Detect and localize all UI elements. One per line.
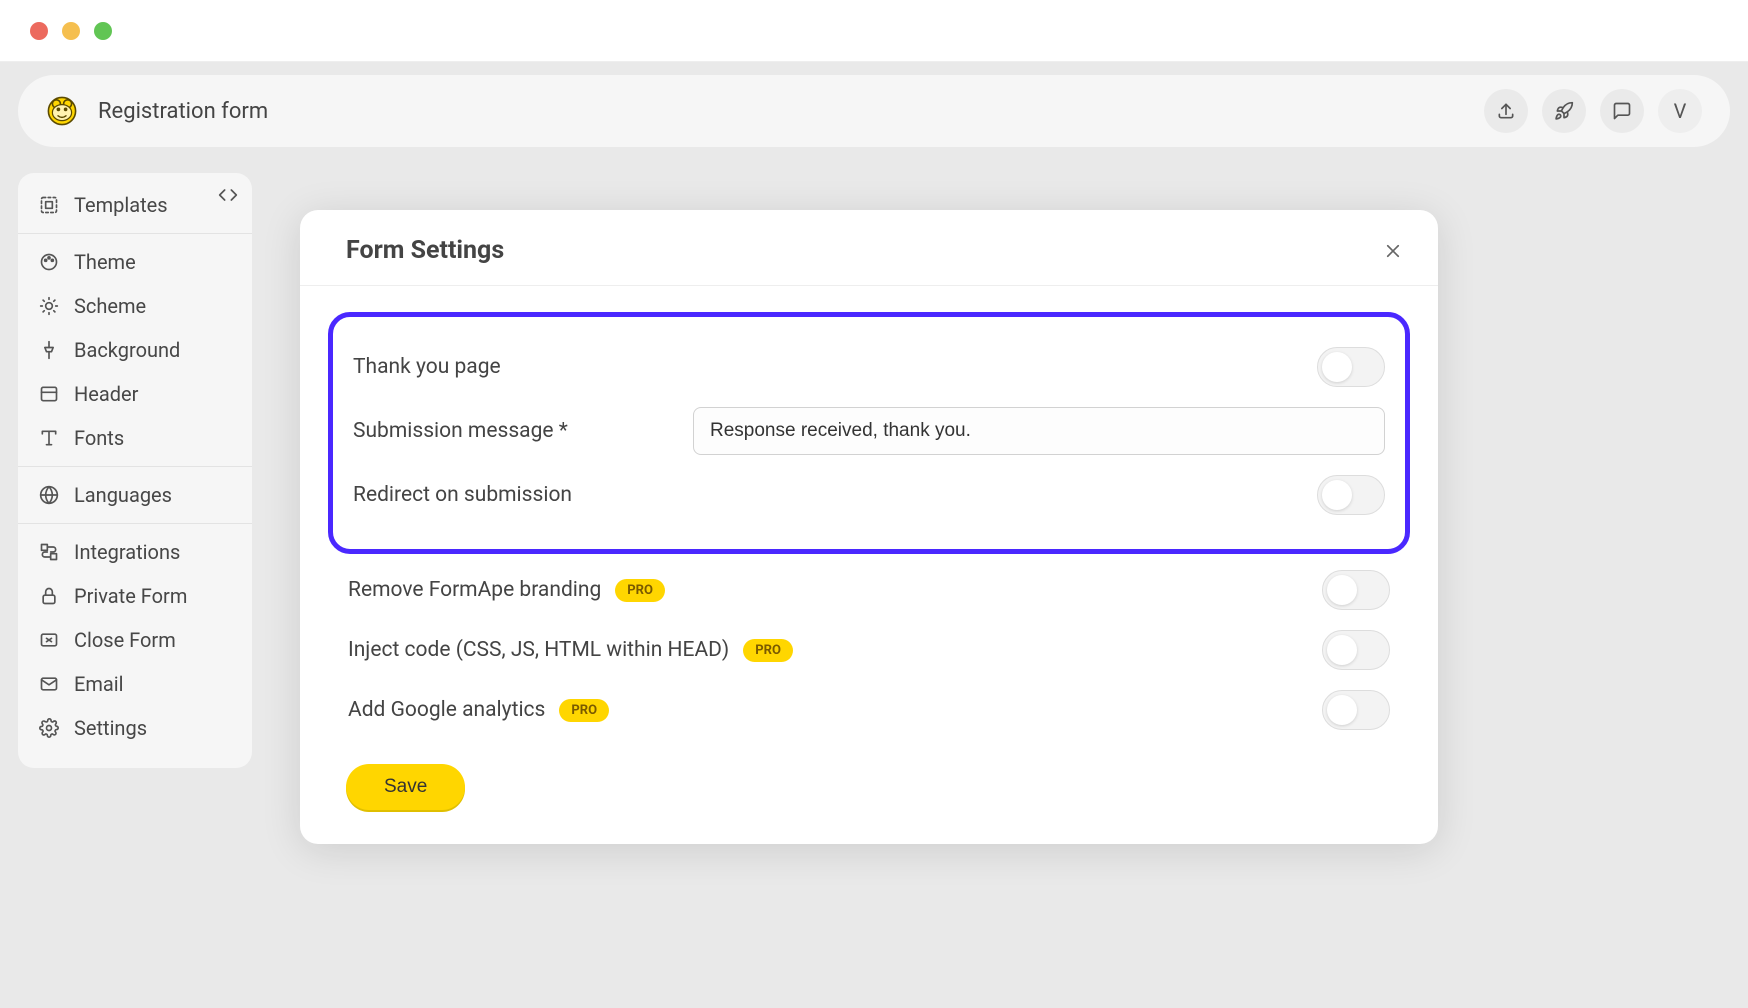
sidebar-item-languages[interactable]: Languages (30, 473, 240, 517)
pro-badge: PRO (559, 699, 609, 722)
sidebar-item-scheme[interactable]: Scheme (30, 284, 240, 328)
modal-close-button[interactable] (1384, 242, 1402, 260)
setting-remove-branding: Remove FormApe branding PRO (348, 560, 1390, 620)
inject-code-toggle[interactable] (1322, 630, 1390, 670)
sidebar-item-label: Integrations (74, 540, 180, 564)
window-minimize-button[interactable] (62, 22, 80, 40)
palette-icon (38, 252, 60, 272)
layout-header-icon (38, 384, 60, 404)
sidebar-item-label: Header (74, 382, 138, 406)
app-logo-icon (46, 95, 78, 127)
sidebar-item-integrations[interactable]: Integrations (30, 530, 240, 574)
submission-message-input[interactable] (693, 407, 1385, 455)
setting-thank-you-page: Thank you page (353, 337, 1385, 397)
setting-inject-code: Inject code (CSS, JS, HTML within HEAD) … (348, 620, 1390, 680)
chat-icon (1612, 101, 1632, 121)
sidebar-item-private-form[interactable]: Private Form (30, 574, 240, 618)
modal-header: Form Settings (300, 210, 1438, 286)
code-toggle-button[interactable] (218, 185, 238, 205)
sidebar-group: Templates (18, 183, 252, 227)
sidebar-item-label: Settings (74, 716, 147, 740)
integrations-icon (38, 542, 60, 562)
app-area: Registration form V (0, 62, 1748, 1008)
templates-icon (38, 195, 60, 215)
gear-icon (38, 718, 60, 738)
sidebar-item-email[interactable]: Email (30, 662, 240, 706)
sidebar-item-label: Theme (74, 250, 136, 274)
pro-badge: PRO (743, 639, 793, 662)
code-icon (218, 185, 238, 205)
modal-title: Form Settings (346, 236, 504, 265)
sidebar-item-label: Templates (74, 193, 168, 217)
sidebar-item-close-form[interactable]: Close Form (30, 618, 240, 662)
sidebar-item-background[interactable]: Background (30, 328, 240, 372)
google-analytics-toggle[interactable] (1322, 690, 1390, 730)
form-settings-modal: Form Settings Thank you page Submission … (300, 210, 1438, 844)
save-button[interactable]: Save (346, 764, 465, 810)
type-icon (38, 428, 60, 448)
setting-label: Remove FormApe branding (348, 578, 601, 602)
sidebar-item-theme[interactable]: Theme (30, 240, 240, 284)
upload-icon (1496, 101, 1516, 121)
setting-label: Submission message * (353, 419, 693, 443)
sidebar: Templates Theme Scheme (18, 173, 252, 768)
sun-icon (38, 296, 60, 316)
sidebar-group: Integrations Private Form Close Form (18, 523, 252, 750)
setting-google-analytics: Add Google analytics PRO (348, 680, 1390, 740)
sidebar-item-label: Languages (74, 483, 172, 507)
sidebar-item-label: Close Form (74, 628, 176, 652)
setting-label: Thank you page (353, 355, 693, 379)
pin-icon (38, 340, 60, 360)
sidebar-item-label: Scheme (74, 294, 146, 318)
setting-submission-message: Submission message * (353, 397, 1385, 465)
sidebar-item-label: Fonts (74, 426, 124, 450)
sidebar-item-fonts[interactable]: Fonts (30, 416, 240, 460)
redirect-toggle[interactable] (1317, 475, 1385, 515)
user-avatar[interactable]: V (1658, 89, 1702, 133)
sidebar-item-label: Private Form (74, 584, 187, 608)
thank-you-toggle[interactable] (1317, 347, 1385, 387)
comments-button[interactable] (1600, 89, 1644, 133)
close-icon (1384, 242, 1402, 260)
sidebar-item-header[interactable]: Header (30, 372, 240, 416)
highlighted-section: Thank you page Submission message * Redi… (328, 312, 1410, 554)
sidebar-group: Languages (18, 466, 252, 517)
sidebar-item-settings[interactable]: Settings (30, 706, 240, 750)
sidebar-item-templates[interactable]: Templates (30, 183, 240, 227)
header-bar: Registration form V (18, 75, 1730, 147)
header-left: Registration form (46, 95, 268, 127)
pro-badge: PRO (615, 579, 665, 602)
globe-icon (38, 485, 60, 505)
header-right: V (1484, 89, 1702, 133)
form-title: Registration form (98, 99, 268, 124)
lock-icon (38, 586, 60, 606)
launch-button[interactable] (1542, 89, 1586, 133)
setting-label: Add Google analytics (348, 698, 545, 722)
sidebar-item-label: Background (74, 338, 180, 362)
window-titlebar (0, 0, 1748, 62)
close-form-icon (38, 630, 60, 650)
sidebar-group: Theme Scheme Background (18, 233, 252, 460)
setting-label: Redirect on submission (353, 483, 693, 507)
remove-branding-toggle[interactable] (1322, 570, 1390, 610)
share-button[interactable] (1484, 89, 1528, 133)
body-rows: Remove FormApe branding PRO Inject code … (328, 560, 1410, 740)
mail-icon (38, 674, 60, 694)
setting-label: Inject code (CSS, JS, HTML within HEAD) (348, 638, 729, 662)
rocket-icon (1554, 101, 1574, 121)
setting-redirect-on-submission: Redirect on submission (353, 465, 1385, 525)
sidebar-item-label: Email (74, 672, 124, 696)
modal-body: Thank you page Submission message * Redi… (300, 286, 1438, 844)
avatar-initial: V (1674, 99, 1687, 123)
window-maximize-button[interactable] (94, 22, 112, 40)
window-close-button[interactable] (30, 22, 48, 40)
